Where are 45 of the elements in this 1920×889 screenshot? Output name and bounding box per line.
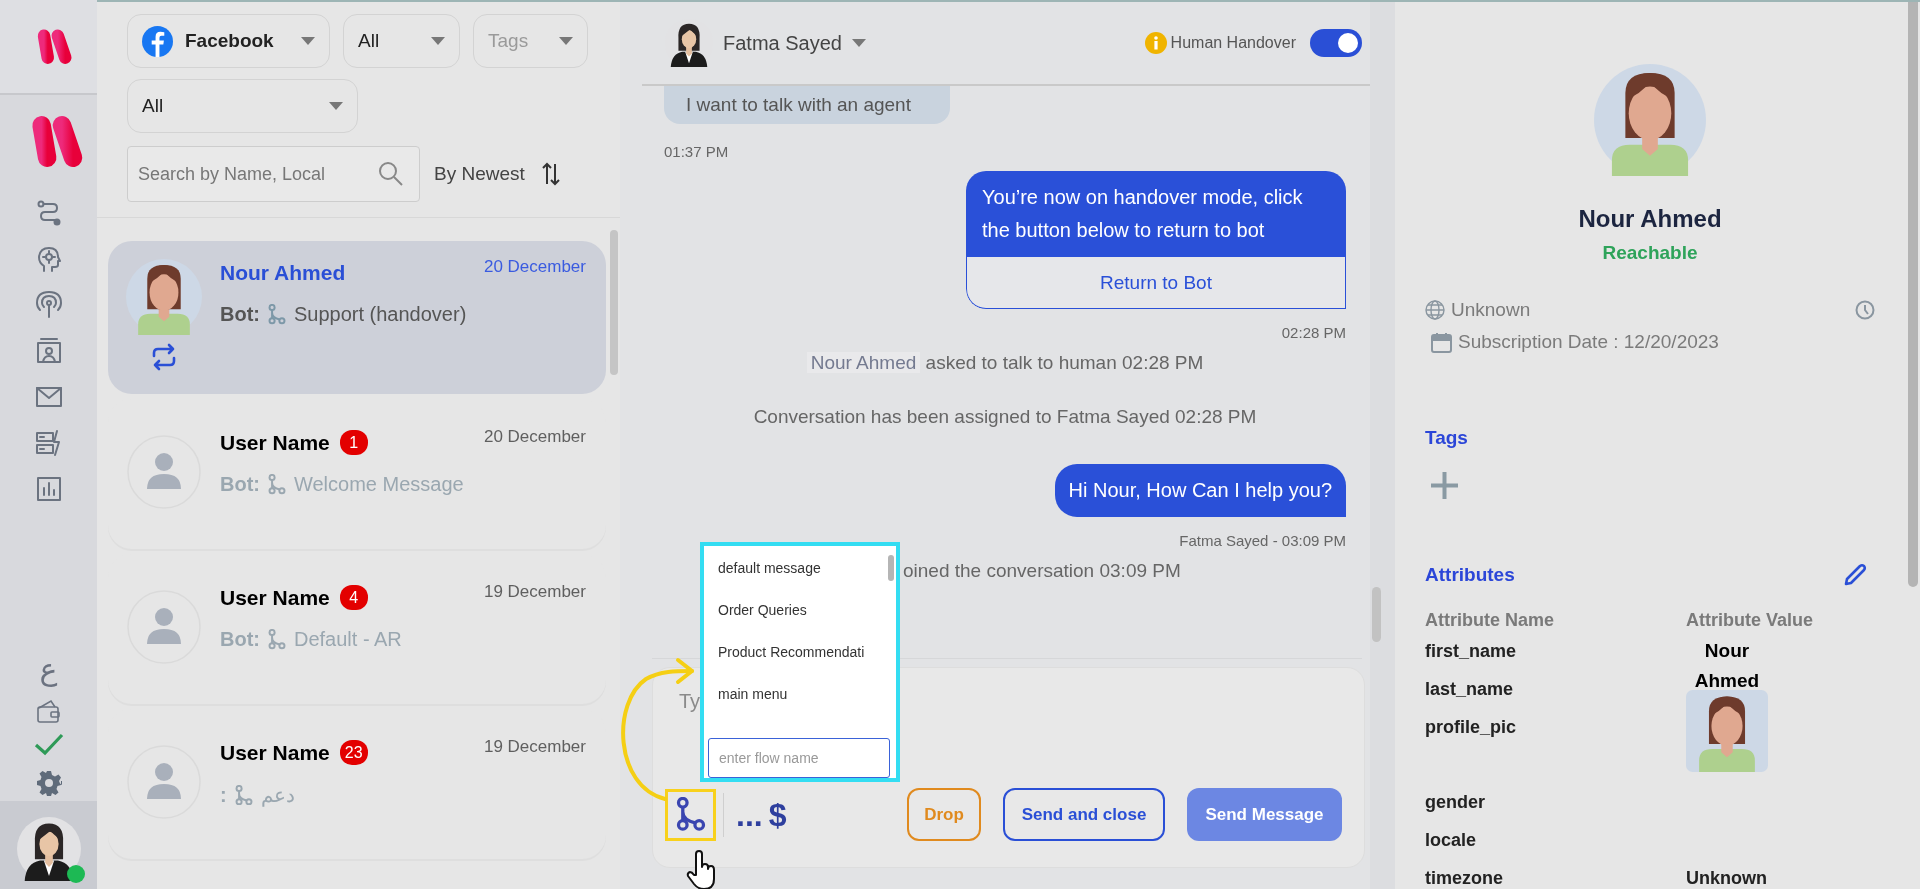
bot-label: Bot: bbox=[220, 628, 260, 651]
message-time: Fatma Sayed - 03:09 PM bbox=[1179, 532, 1346, 550]
bot-label: Bot: bbox=[220, 473, 260, 496]
column-header: Attribute Name bbox=[1425, 609, 1555, 632]
contact-name: Nour Ahmed bbox=[220, 261, 346, 285]
contact-name: User Name bbox=[220, 431, 330, 455]
flow-name: Support (handover) bbox=[294, 303, 467, 326]
attributes-heading: Attributes bbox=[1425, 563, 1515, 587]
message-bubble: I want to talk with an agent bbox=[664, 86, 950, 124]
flow-name: Welcome Message bbox=[294, 473, 464, 496]
attribute-name: locale bbox=[1425, 829, 1478, 852]
attribute-name: first_name bbox=[1425, 640, 1518, 663]
attribute-value: Nour Ahmed bbox=[1693, 639, 1761, 693]
contact-name: User Name bbox=[220, 586, 330, 610]
unread-count-badge: 1 bbox=[339, 430, 368, 455]
flow-name: دعم bbox=[260, 783, 295, 807]
bot-label: Bot: bbox=[220, 303, 260, 326]
handover-label: Human Handover bbox=[1170, 34, 1296, 52]
attribute-name: last_name bbox=[1425, 678, 1515, 701]
conversation-date: 19 December bbox=[483, 737, 586, 757]
conversation-date: 20 December bbox=[483, 257, 586, 277]
conversation-date: 20 December bbox=[483, 427, 586, 447]
message-bubble: Hi Nour, How Can I help you? bbox=[1054, 464, 1346, 517]
attribute-value: Unknown bbox=[1686, 868, 1767, 888]
column-header: Attribute Value bbox=[1686, 609, 1815, 632]
system-message: oined the conversation 03:09 PM bbox=[903, 559, 1181, 583]
message-time: 01:37 PM bbox=[664, 143, 729, 161]
attribute-name: timezone bbox=[1425, 867, 1504, 889]
attribute-name: profile_pic bbox=[1425, 716, 1518, 739]
contact-name: Nour Ahmed bbox=[1578, 204, 1722, 234]
bot-label: : bbox=[220, 783, 227, 807]
message-bubble: You’re now on handover mode, click the button below to return to bot bbox=[966, 171, 1346, 257]
flow-name: Default - AR bbox=[294, 628, 402, 651]
unread-count-badge: 4 bbox=[339, 585, 368, 610]
location-text: Unknown bbox=[1451, 298, 1531, 322]
tags-heading: Tags bbox=[1425, 426, 1469, 450]
reachability-status: Reachable bbox=[1602, 241, 1698, 265]
unread-count-badge: 23 bbox=[339, 740, 368, 765]
message-time: 02:28 PM bbox=[1281, 324, 1346, 342]
conversation-date: 19 December bbox=[483, 582, 586, 602]
contact-name: User Name bbox=[220, 741, 330, 765]
subscription-date: Subscription Date : 12/20/2023 bbox=[1458, 330, 1719, 354]
system-message: Nour Ahmed asked to talk to human 02:28 PM bbox=[806, 350, 1204, 376]
system-message: Conversation has been assigned to Fatma Sayed 02:28 PM bbox=[753, 405, 1257, 429]
attribute-name: gender bbox=[1425, 791, 1486, 814]
